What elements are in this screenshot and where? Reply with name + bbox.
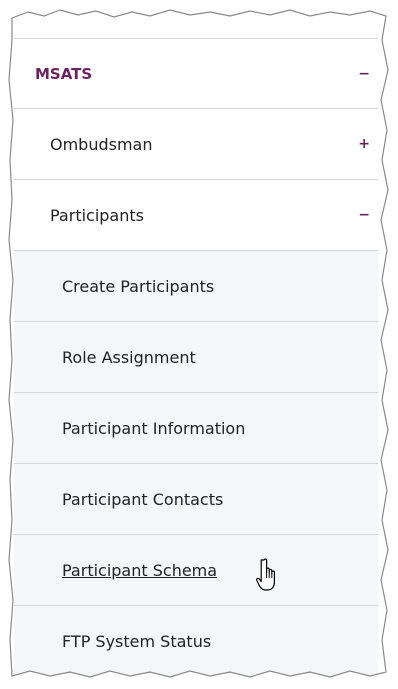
menu-item-participants[interactable]: Participants − [14,180,378,251]
submenu-item-create-participants[interactable]: Create Participants [14,251,378,322]
menu-item-label: Participants [50,205,144,225]
submenu-item-label: Participant Schema [62,560,218,580]
submenu-item-participant-contacts[interactable]: Participant Contacts [14,464,378,535]
submenu-item-label: Role Assignment [62,347,196,367]
menu-section-msats[interactable]: MSATS − [14,38,378,109]
submenu-item-ftp-system-status[interactable]: FTP System Status [14,606,378,677]
submenu-item-participant-information[interactable]: Participant Information [14,393,378,464]
submenu-item-label: Create Participants [62,276,215,296]
expand-icon[interactable]: + [358,137,370,151]
collapse-icon[interactable]: − [358,208,370,222]
submenu-item-label: FTP System Status [62,631,212,651]
menu-item-ombudsman[interactable]: Ombudsman + [14,109,378,180]
submenu-item-role-assignment[interactable]: Role Assignment [14,322,378,393]
menu-item-label: Ombudsman [50,134,153,154]
screenshot-frame: MSATS − Ombudsman + Participants − Creat… [0,0,398,689]
navigation-menu: MSATS − Ombudsman + Participants − Creat… [14,38,378,677]
collapse-icon[interactable]: − [358,67,370,81]
submenu-item-label: Participant Information [62,418,246,438]
submenu-item-participant-schema[interactable]: Participant Schema [14,535,378,606]
submenu-item-label: Participant Contacts [62,489,224,509]
menu-section-label: MSATS [35,64,93,83]
